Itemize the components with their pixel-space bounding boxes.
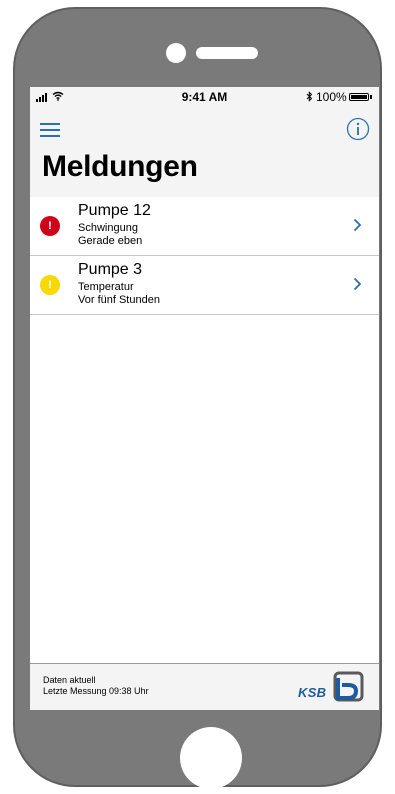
alert-type: Schwingung xyxy=(78,222,138,234)
battery-icon xyxy=(349,93,369,101)
alert-severity-icon: ! xyxy=(40,216,60,236)
alert-list: ! Pumpe 12 Schwingung Gerade eben ! Pump… xyxy=(30,197,379,315)
app-screen: 9:41 AM 100% Meldungen ! Pumpe 12 Schwin… xyxy=(30,87,379,710)
alert-time: Gerade eben xyxy=(78,235,143,247)
battery-percentage: 100% xyxy=(316,90,347,104)
alert-severity-icon: ! xyxy=(40,275,60,295)
front-camera xyxy=(166,43,186,63)
bluetooth-icon xyxy=(306,91,313,102)
alert-title: Pumpe 12 xyxy=(78,202,151,219)
footer-bar: Daten aktuell Letzte Messung 09:38 Uhr K… xyxy=(30,663,379,710)
data-status-text: Daten aktuell xyxy=(43,675,96,685)
earpiece-speaker xyxy=(196,47,258,59)
alert-type: Temperatur xyxy=(78,281,134,293)
page-title: Meldungen xyxy=(42,150,198,183)
info-icon[interactable] xyxy=(346,117,370,141)
status-bar: 9:41 AM 100% xyxy=(30,87,379,107)
hamburger-menu-icon[interactable] xyxy=(40,121,62,137)
alert-list-item[interactable]: ! Pumpe 12 Schwingung Gerade eben xyxy=(30,197,379,256)
battery-tip xyxy=(370,95,372,99)
last-measurement-text: Letzte Messung 09:38 Uhr xyxy=(43,686,149,696)
alert-time: Vor fünf Stunden xyxy=(78,294,160,306)
chevron-right-icon xyxy=(353,218,362,232)
alert-list-item[interactable]: ! Pumpe 3 Temperatur Vor fünf Stunden xyxy=(30,256,379,315)
alert-title: Pumpe 3 xyxy=(78,261,143,278)
chevron-right-icon xyxy=(353,277,362,291)
top-bar: 9:41 AM 100% Meldungen xyxy=(30,87,379,197)
home-button[interactable] xyxy=(180,727,242,789)
ksb-logo-text: KSB xyxy=(298,685,327,700)
